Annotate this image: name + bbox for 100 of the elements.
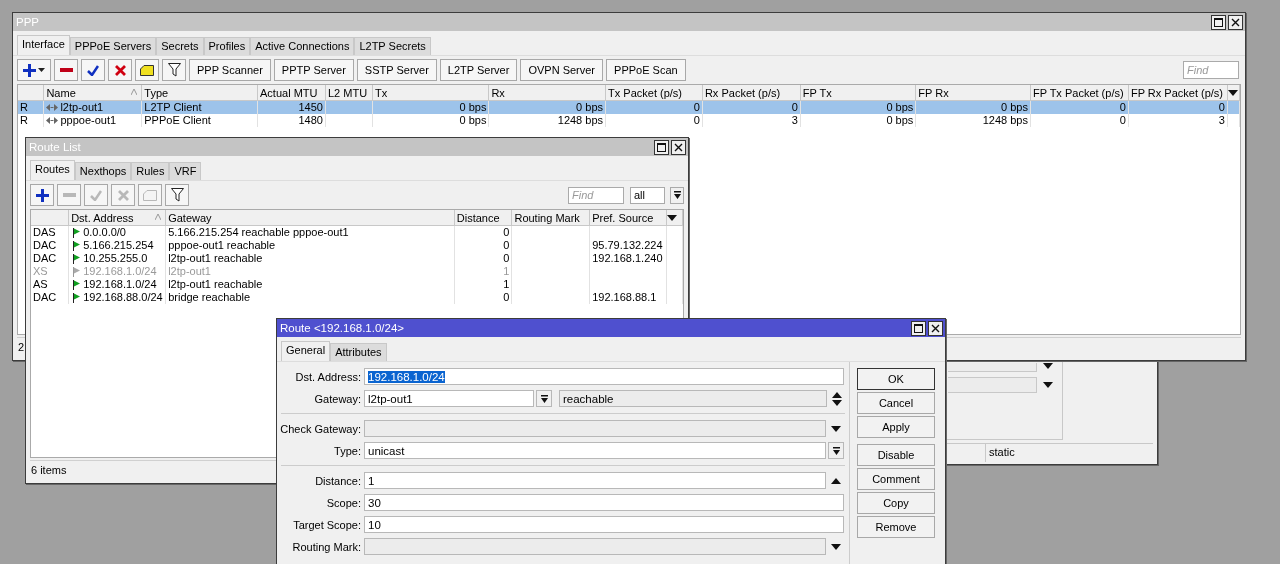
toolbar-button[interactable]: OVPN Server (520, 59, 604, 81)
table-cell: 0 bps (372, 114, 489, 127)
filter-button[interactable] (165, 184, 189, 206)
find-field[interactable]: Find (1183, 61, 1239, 79)
dialog-button[interactable]: Disable (857, 444, 935, 466)
tab[interactable]: Routes (30, 160, 75, 180)
column-header[interactable]: Distance (454, 210, 512, 226)
table-cell: l2tp-out1 (60, 101, 104, 114)
dialog-button[interactable]: Remove (857, 516, 935, 538)
table-row[interactable]: R pppoe-out1 PPPoE Client 1480 0 bps 1248 bps 0 3 0 bps 1248 bps 0 3 (18, 114, 1240, 127)
toolbar-button[interactable]: L2TP Server (439, 59, 518, 81)
input-field[interactable]: 192.168.1.0/24 (364, 368, 844, 385)
toolbar-button[interactable]: PPPoE Scan (606, 59, 686, 81)
field-label: Distance: (314, 474, 362, 487)
maximize-button[interactable] (911, 320, 926, 336)
disable-button[interactable] (108, 59, 132, 81)
dialog-button[interactable]: Comment (857, 468, 935, 490)
column-header[interactable]: Rx Packet (p/s) (702, 85, 801, 101)
column-header[interactable]: Tx Packet (p/s) (605, 85, 703, 101)
tab[interactable]: L2TP Secrets (354, 37, 431, 55)
tab[interactable]: Secrets (156, 37, 204, 55)
input-field[interactable]: 30 (364, 494, 844, 511)
table-cell: DAC (31, 291, 69, 304)
up-down-icon[interactable] (832, 391, 842, 406)
comment-button[interactable] (135, 59, 159, 81)
toolbar-button[interactable]: SSTP Server (356, 59, 437, 81)
input-field[interactable] (364, 420, 826, 437)
column-header[interactable]: Actual MTU (257, 85, 326, 101)
tab[interactable]: VRF (169, 162, 202, 180)
table-cell: 10.255.255.0 (83, 252, 148, 265)
column-header[interactable]: Routing Mark (511, 210, 590, 226)
dialog-button[interactable]: Copy (857, 492, 935, 514)
status-text: 2 (18, 341, 25, 353)
column-header[interactable]: Rx (488, 85, 606, 101)
maximize-button[interactable] (654, 139, 669, 155)
input-field[interactable]: l2tp-out1 (364, 390, 534, 407)
caret-up-icon[interactable] (831, 477, 841, 484)
tab[interactable]: General (281, 341, 331, 361)
dropdown-button[interactable] (670, 186, 684, 204)
sort-icon (131, 89, 138, 95)
table-cell: 1450 (257, 100, 326, 114)
table-row[interactable]: AS 192.168.1.0/24 l2tp-out1 reachable 1 (31, 278, 683, 291)
table-row[interactable]: DAC 192.168.88.0/24 bridge reachable 0 192.168.88.1 (31, 291, 683, 304)
input-field[interactable]: 10 (364, 516, 844, 533)
column-header[interactable]: Pref. Source (589, 210, 667, 226)
column-menu-icon[interactable] (667, 214, 678, 221)
tab[interactable]: Active Connections (250, 37, 355, 55)
input-field[interactable] (948, 377, 1037, 393)
tab[interactable]: Rules (131, 162, 170, 180)
column-header[interactable]: Gateway (165, 210, 455, 226)
table-cell: 0 (454, 239, 512, 252)
caret-down-icon[interactable] (1043, 382, 1053, 388)
close-button[interactable] (671, 139, 686, 155)
column-menu-icon[interactable] (1227, 89, 1238, 96)
find-field[interactable]: Find (568, 186, 624, 204)
tab[interactable]: Profiles (203, 37, 251, 55)
filter-select[interactable]: all (630, 186, 665, 204)
column-header[interactable]: Dst. Address (68, 210, 166, 226)
enable-button[interactable] (81, 59, 105, 81)
table-row[interactable]: DAS 0.0.0.0/0 5.166.215.254 reachable pppoe-out1 0 (31, 225, 683, 239)
dropdown-button[interactable] (536, 390, 552, 407)
maximize-button[interactable] (1211, 14, 1226, 30)
remove-button[interactable] (54, 59, 78, 81)
filter-button[interactable] (162, 59, 186, 81)
select-field[interactable]: unicast (364, 442, 826, 459)
table-cell: AS (31, 278, 69, 291)
add-button[interactable] (30, 184, 54, 206)
field-label: Check Gateway: (279, 422, 362, 435)
dialog-button[interactable]: OK (857, 368, 935, 390)
tab[interactable]: Attributes (330, 343, 387, 361)
column-header[interactable]: Tx (372, 85, 489, 101)
add-button[interactable] (17, 59, 51, 81)
tab[interactable]: Interface (17, 35, 70, 55)
column-header[interactable]: FP Tx Packet (p/s) (1030, 85, 1129, 101)
toolbar-button[interactable]: PPP Scanner (189, 59, 271, 81)
column-header[interactable]: FP Rx (915, 85, 1031, 101)
column-header[interactable]: Name (43, 85, 142, 101)
input-field[interactable] (948, 363, 1037, 372)
table-cell: 1 (454, 278, 512, 291)
caret-down-icon[interactable] (831, 425, 841, 432)
table-row[interactable]: DAC 10.255.255.0 l2tp-out1 reachable 0 192.168.1.240 (31, 252, 683, 265)
plus-icon (35, 188, 49, 202)
dialog-button[interactable]: Cancel (857, 392, 935, 414)
tab[interactable]: Nexthops (74, 162, 132, 180)
tab[interactable]: PPPoE Servers (69, 37, 157, 55)
column-header[interactable]: FP Rx Packet (p/s) (1128, 85, 1228, 101)
dialog-button[interactable]: Apply (857, 416, 935, 438)
column-header[interactable]: Type (141, 85, 258, 101)
toolbar-button[interactable]: PPTP Server (273, 59, 354, 81)
input-field[interactable]: 1 (364, 472, 826, 489)
minus-icon (62, 193, 76, 197)
dropdown-button[interactable] (828, 442, 844, 459)
caret-down-icon[interactable] (831, 543, 841, 550)
table-row[interactable]: DAC 5.166.215.254 pppoe-out1 reachable 0 95.79.132.224 (31, 239, 683, 252)
input-field[interactable] (364, 538, 826, 555)
close-button[interactable] (928, 320, 943, 336)
column-header[interactable]: FP Tx (800, 85, 916, 101)
caret-down-icon[interactable] (1043, 363, 1053, 369)
close-button[interactable] (1228, 14, 1243, 30)
column-header[interactable]: L2 MTU (325, 85, 373, 101)
